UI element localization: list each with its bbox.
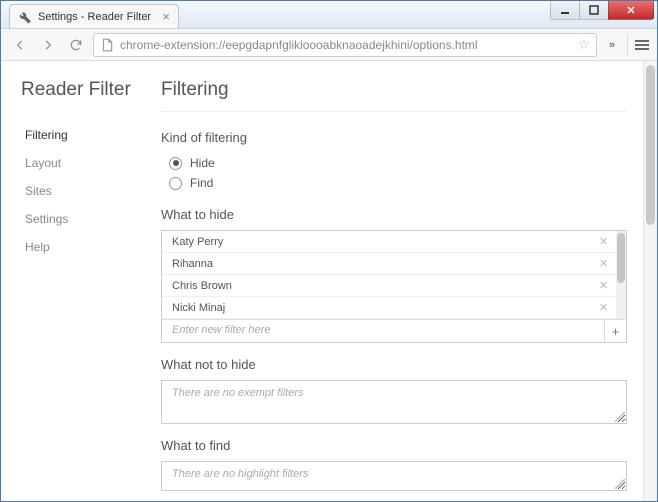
address-bar[interactable]: chrome-extension://eepgdapnfglikioooabkn… xyxy=(93,33,597,57)
what-to-hide-label: What to hide xyxy=(161,207,627,222)
remove-icon[interactable]: × xyxy=(599,300,608,315)
sidebar-item-filtering[interactable]: Filtering xyxy=(21,121,161,149)
reload-button[interactable] xyxy=(65,34,87,56)
sidebar-item-layout[interactable]: Layout xyxy=(21,149,161,177)
radio-hide[interactable]: Hide xyxy=(161,153,627,173)
remove-icon[interactable]: × xyxy=(599,278,608,293)
page-scrollbar[interactable] xyxy=(643,61,657,501)
back-button[interactable] xyxy=(9,34,31,56)
close-button[interactable] xyxy=(608,1,654,20)
hide-filter-box: Katy Perry × Rihanna × Chris Brown × N xyxy=(161,230,627,343)
minimize-button[interactable] xyxy=(550,1,580,20)
maximize-button[interactable] xyxy=(579,1,609,20)
page-heading: Filtering xyxy=(161,79,627,112)
radio-find[interactable]: Find xyxy=(161,173,627,193)
radio-icon xyxy=(169,157,182,170)
new-filter-row: Enter new filter here + xyxy=(162,319,626,342)
app-title: Reader Filter xyxy=(21,79,161,101)
page-viewport: Reader Filter Filtering Layout Sites Set… xyxy=(1,61,657,501)
radio-icon xyxy=(169,177,182,190)
titlebar: Settings - Reader Filter × xyxy=(1,1,657,29)
highlight-filters-box[interactable]: There are no highlight filters xyxy=(161,461,627,491)
add-filter-button[interactable]: + xyxy=(604,320,626,342)
filter-item[interactable]: Katy Perry × xyxy=(162,231,626,253)
list-scrollbar[interactable] xyxy=(616,231,626,319)
filter-text: Chris Brown xyxy=(172,280,232,292)
filter-item[interactable]: Rihanna × xyxy=(162,253,626,275)
remove-icon[interactable]: × xyxy=(599,234,608,249)
sidebar-item-help[interactable]: Help xyxy=(21,233,161,261)
filter-text: Katy Perry xyxy=(172,236,223,248)
hide-filter-list: Katy Perry × Rihanna × Chris Brown × N xyxy=(162,231,626,319)
sidebar: Reader Filter Filtering Layout Sites Set… xyxy=(21,79,161,491)
overflow-button[interactable]: » xyxy=(603,34,621,56)
filter-text: Rihanna xyxy=(172,258,213,270)
browser-toolbar: chrome-extension://eepgdapnfglikioooabkn… xyxy=(1,29,657,61)
scrollbar-thumb[interactable] xyxy=(646,65,655,225)
forward-button[interactable] xyxy=(37,34,59,56)
sidebar-item-settings[interactable]: Settings xyxy=(21,205,161,233)
tab-close-icon[interactable]: × xyxy=(162,10,170,23)
browser-tab[interactable]: Settings - Reader Filter × xyxy=(9,4,179,28)
bookmark-star-icon[interactable]: ☆ xyxy=(577,36,590,53)
filter-item[interactable]: Chris Brown × xyxy=(162,275,626,297)
options-page: Reader Filter Filtering Layout Sites Set… xyxy=(1,61,657,501)
exempt-filters-box[interactable]: There are no exempt filters xyxy=(161,380,627,424)
sidebar-item-sites[interactable]: Sites xyxy=(21,177,161,205)
sidebar-nav: Filtering Layout Sites Settings Help xyxy=(21,121,161,261)
new-filter-input[interactable]: Enter new filter here xyxy=(162,320,604,342)
radio-hide-label: Hide xyxy=(190,156,215,170)
page-icon xyxy=(100,38,114,52)
radio-find-label: Find xyxy=(190,176,213,190)
wrench-icon xyxy=(18,10,32,24)
window-controls xyxy=(551,1,654,20)
filter-text: Nicki Minaj xyxy=(172,302,225,314)
scrollbar-thumb[interactable] xyxy=(617,233,625,283)
browser-window: Settings - Reader Filter × xyxy=(0,0,658,502)
filter-item[interactable]: Nicki Minaj × xyxy=(162,297,626,319)
what-to-find-label: What to find xyxy=(161,438,627,453)
what-not-to-hide-label: What not to hide xyxy=(161,357,627,372)
url-text: chrome-extension://eepgdapnfglikioooabkn… xyxy=(120,38,571,52)
hamburger-menu-button[interactable] xyxy=(627,34,649,56)
remove-icon[interactable]: × xyxy=(599,256,608,271)
main-panel: Filtering Kind of filtering Hide Find Wh… xyxy=(161,79,627,491)
hamburger-icon xyxy=(635,44,649,46)
kind-of-filtering-label: Kind of filtering xyxy=(161,130,627,145)
tab-title: Settings - Reader Filter xyxy=(38,11,151,23)
